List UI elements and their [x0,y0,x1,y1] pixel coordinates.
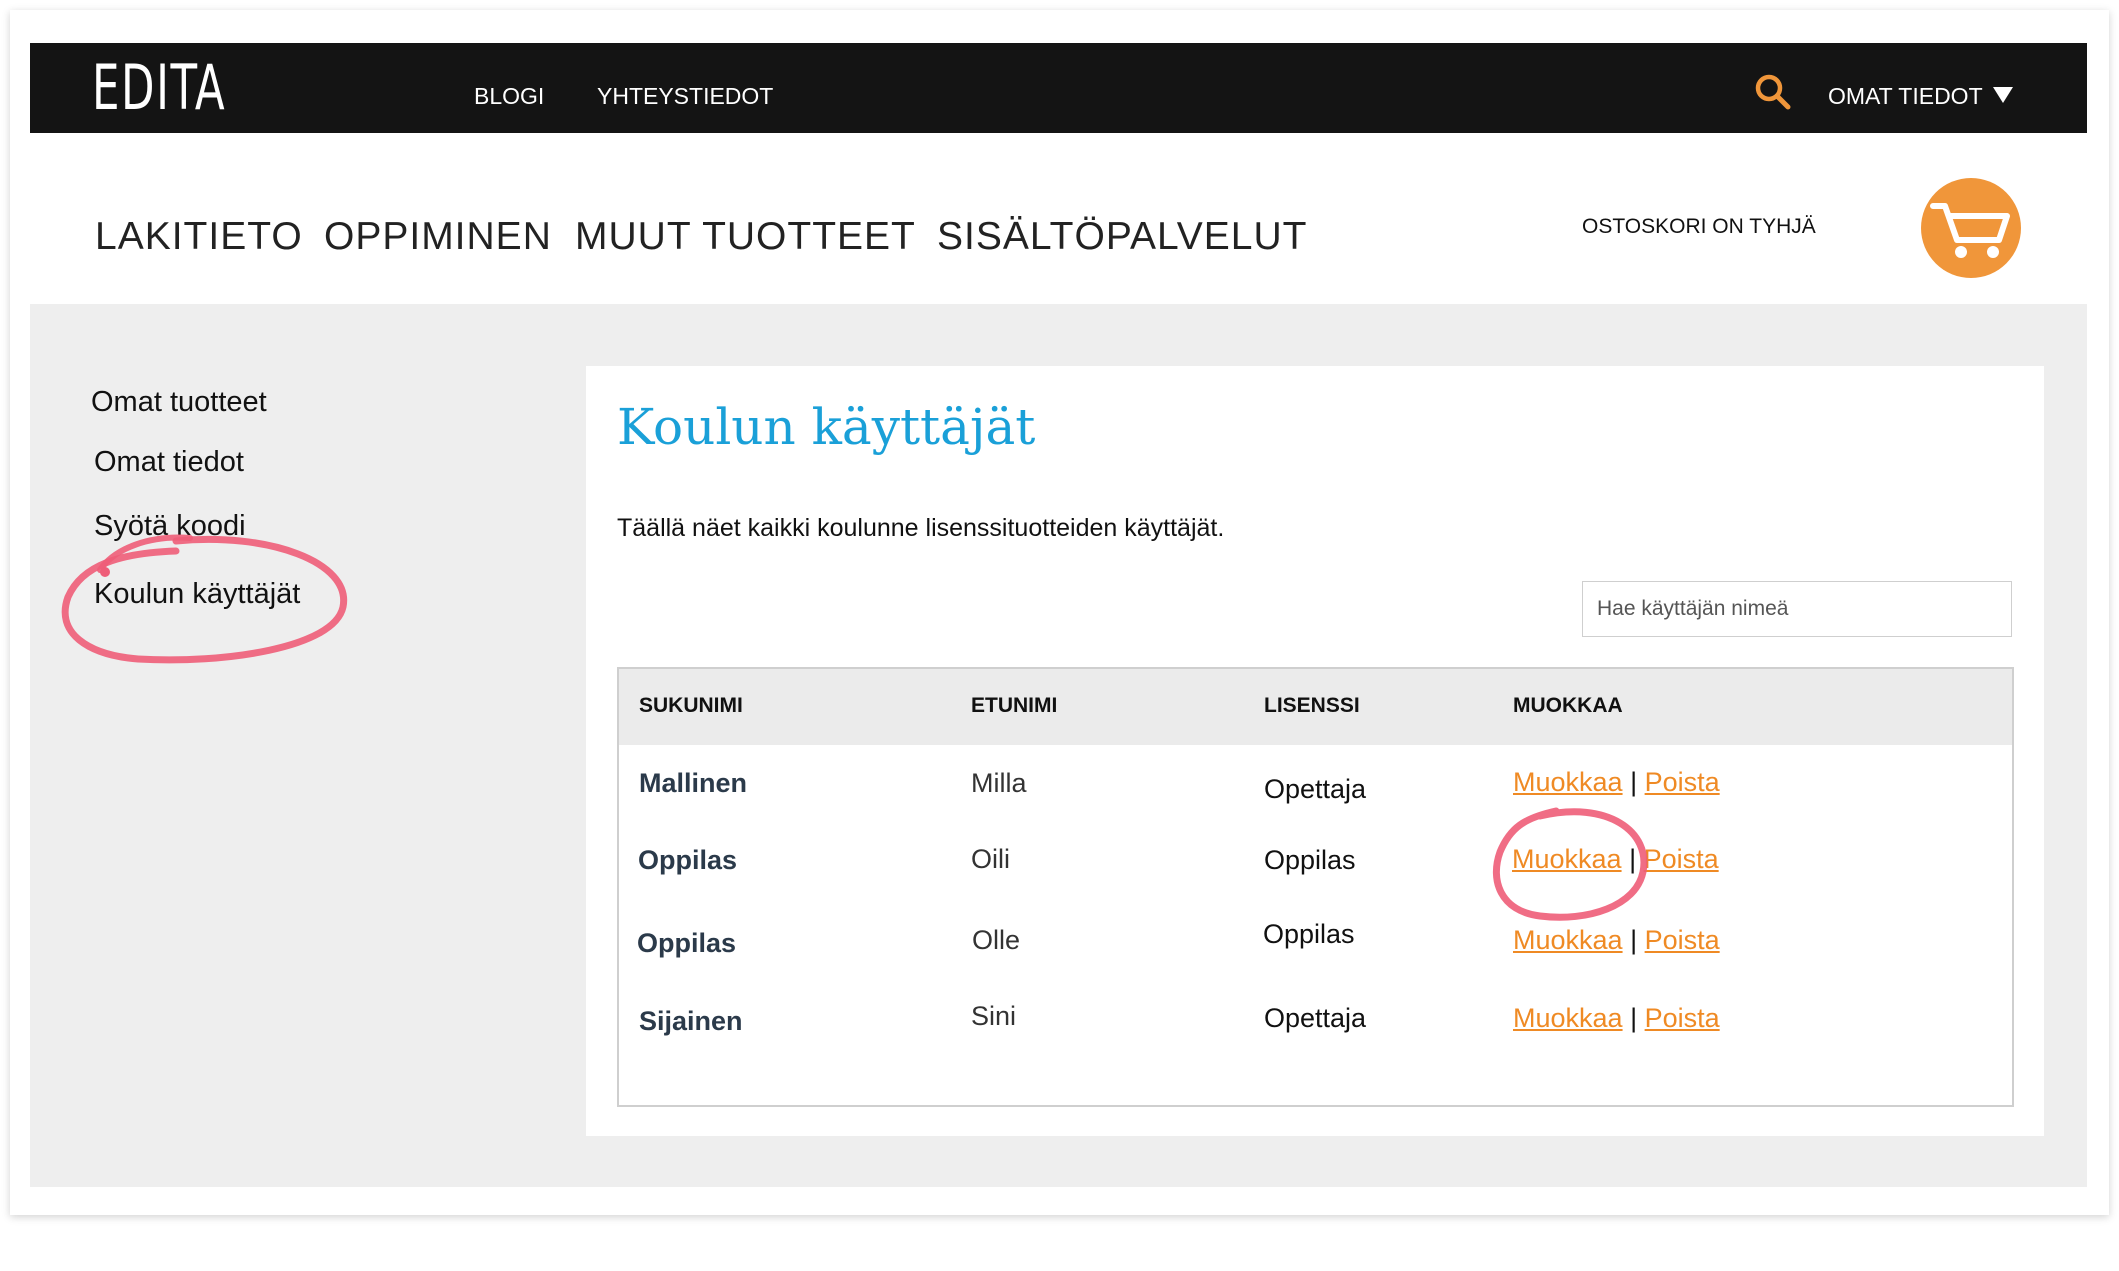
separator: | [1630,1003,1638,1033]
edit-link[interactable]: Muokkaa [1513,925,1623,955]
separator: | [1630,925,1638,955]
table-header: SUKUNIMI ETUNIMI LISENSSI MUOKKAA [619,669,2012,745]
account-menu[interactable]: OMAT TIEDOT [1828,83,2013,110]
delete-link[interactable]: Poista [1645,767,1720,797]
users-table: SUKUNIMI ETUNIMI LISENSSI MUOKKAA Mallin… [617,667,2014,1107]
cell-license: Oppilas [1263,919,1355,949]
mainnav-sisaltopalvelut[interactable]: SISÄLTÖPALVELUT [937,215,1307,259]
search-icon[interactable] [1753,72,1793,112]
cart-icon [1930,203,2010,258]
cell-firstname: Oili [971,844,1010,874]
column-header-etunimi[interactable]: ETUNIMI [971,694,1057,718]
page-title: Koulun käyttäjät [617,398,1036,456]
cell-license: Oppilas [1264,845,1356,875]
edit-link[interactable]: Muokkaa [1513,1003,1623,1033]
column-header-lisenssi[interactable]: LISENSSI [1264,694,1360,718]
cell-firstname: Milla [971,768,1027,798]
edit-link[interactable]: Muokkaa [1513,767,1623,797]
cell-license: Opettaja [1264,1003,1367,1033]
nav-link-blogi[interactable]: BLOGI [474,83,544,110]
mainnav-muut-tuotteet[interactable]: MUUT TUOTTEET [575,215,916,259]
mainnav-lakitieto[interactable]: LAKITIETO [95,215,303,259]
sidebar-item-syota-koodi[interactable]: Syötä koodi [94,510,246,543]
cell-firstname: Olle [972,925,1021,955]
separator: | [1630,767,1638,797]
edita-logo[interactable]: EDITA [92,51,226,124]
sidebar-item-koulun-kayttajat[interactable]: Koulun käyttäjät [94,578,300,611]
delete-link[interactable]: Poista [1644,844,1719,874]
chevron-down-icon [1992,87,2013,103]
column-header-muokkaa: MUOKKAA [1513,694,1623,717]
cell-firstname: Sini [971,1001,1017,1031]
cart-status: OSTOSKORI ON TYHJÄ [1582,215,1816,238]
main-panel: Koulun käyttäjät Täällä näet kaikki koul… [586,366,2044,1136]
intro-text: Täällä näet kaikki koulunne lisenssituot… [617,514,1225,542]
cart-button[interactable] [1921,178,2021,278]
cell-lastname: Oppilas [637,928,737,958]
user-search-input[interactable] [1582,581,2012,637]
mainnav-oppiminen[interactable]: OPPIMINEN [324,215,552,259]
account-menu-label: OMAT TIEDOT [1828,83,1983,109]
column-header-sukunimi[interactable]: SUKUNIMI [639,694,743,718]
cell-lastname: Mallinen [639,768,748,798]
cell-license: Opettaja [1264,774,1367,804]
cell-lastname: Oppilas [638,845,738,875]
edit-link[interactable]: Muokkaa [1512,844,1622,874]
delete-link[interactable]: Poista [1645,1003,1720,1033]
separator: | [1629,844,1637,874]
cell-lastname: Sijainen [639,1006,743,1036]
nav-link-yhteystiedot[interactable]: YHTEYSTIEDOT [597,83,773,110]
delete-link[interactable]: Poista [1645,925,1720,955]
top-bar: EDITA BLOGI YHTEYSTIEDOT OMAT TIEDOT [30,43,2087,133]
sidebar-item-omat-tuotteet[interactable]: Omat tuotteet [91,386,267,419]
sidebar-item-omat-tiedot[interactable]: Omat tiedot [94,446,244,479]
